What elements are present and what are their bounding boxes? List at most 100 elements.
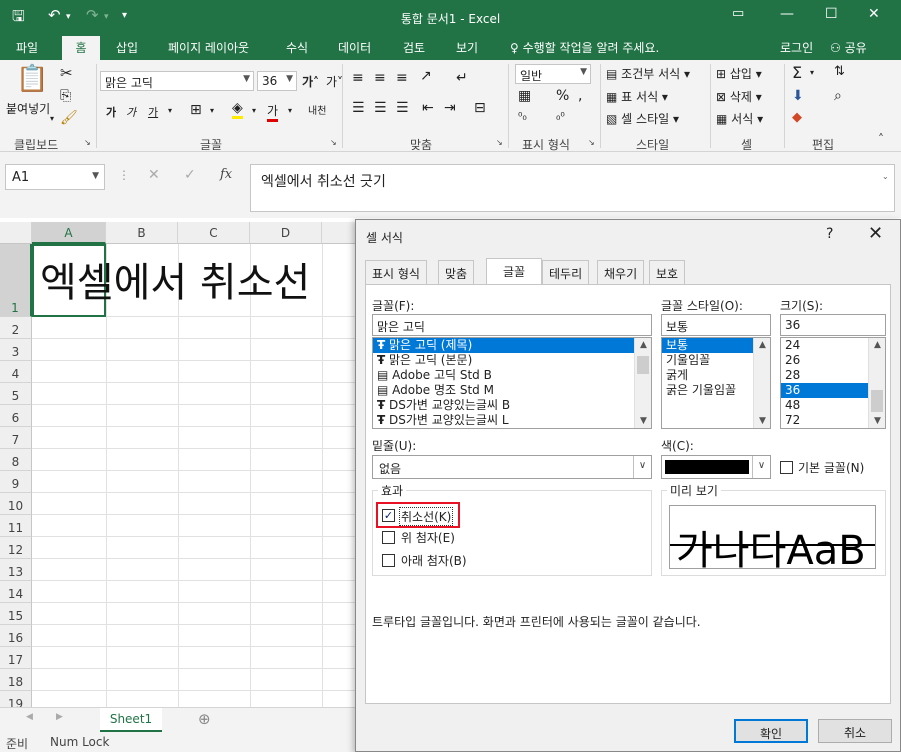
superscript-checkbox[interactable] (382, 531, 395, 544)
column-header-b[interactable]: B (106, 222, 178, 244)
font-name-input[interactable]: 맑은 고딕 (372, 314, 652, 336)
row-header[interactable]: 3 (0, 339, 32, 361)
share-button[interactable]: ⚇ 공유 (830, 37, 886, 57)
close-icon[interactable]: ✕ (868, 223, 883, 244)
grow-font-icon[interactable]: 가˄ (302, 73, 319, 90)
cancel-entry-icon[interactable]: ✕ (148, 167, 160, 183)
fill-color-icon[interactable]: ◈ (232, 100, 243, 119)
font-list[interactable]: Ŧ 맑은 고딕 (제목) Ŧ 맑은 고딕 (본문) ▤ Adobe 고딕 Std… (372, 337, 652, 429)
alignment-launcher-icon[interactable]: ↘ (496, 138, 503, 147)
font-list-item[interactable]: Ŧ 맑은 고딕 (본문) (373, 353, 651, 368)
scroll-down-icon[interactable]: ▼ (869, 416, 885, 426)
ribbon-display-icon[interactable]: ▭ (732, 6, 744, 21)
tab-number[interactable]: 표시 형식 (365, 260, 427, 284)
tab-home[interactable]: 홈 (62, 36, 100, 60)
font-style-input[interactable]: 보통 (661, 314, 771, 336)
row-header[interactable]: 6 (0, 405, 32, 427)
collapse-ribbon-icon[interactable]: ˄ (878, 132, 884, 146)
border-dropdown-icon[interactable]: ▾ (210, 106, 214, 115)
maximize-icon[interactable]: ☐ (825, 6, 838, 22)
align-center-icon[interactable]: ☰ (374, 100, 387, 116)
formula-input[interactable]: 엑셀에서 취소선 긋기 (250, 164, 895, 212)
font-list-item[interactable]: Ŧ DS가변 교양있는글씨 B (373, 398, 651, 413)
close-icon[interactable]: ✕ (868, 6, 880, 22)
row-header[interactable]: 11 (0, 515, 32, 537)
column-header-c[interactable]: C (178, 222, 250, 244)
increase-decimal-icon[interactable]: ⁰₀ (518, 110, 527, 123)
clipboard-launcher-icon[interactable]: ↘ (84, 138, 91, 147)
number-format-combo[interactable]: 일반 ▼ (515, 64, 591, 84)
column-header-d[interactable]: D (250, 222, 322, 244)
underline-select[interactable]: 없음 ∨ (372, 455, 652, 479)
font-list-item[interactable]: ▤ Adobe 고딕 Std B (373, 368, 651, 383)
cut-icon[interactable]: ✂ (60, 64, 73, 82)
format-painter-icon[interactable]: 🖌 (60, 110, 78, 126)
clear-icon[interactable]: ◆ (792, 110, 802, 125)
confirm-entry-icon[interactable]: ✓ (184, 167, 196, 183)
font-size-item[interactable]: 36 (781, 383, 868, 398)
align-left-icon[interactable]: ☰ (352, 100, 365, 116)
subscript-checkbox[interactable] (382, 554, 395, 567)
row-header[interactable]: 7 (0, 427, 32, 449)
number-launcher-icon[interactable]: ↘ (588, 138, 595, 147)
increase-indent-icon[interactable]: ⇥ (444, 100, 456, 116)
underline-icon[interactable]: 가 (148, 104, 158, 120)
row-header[interactable]: 13 (0, 559, 32, 581)
font-color-icon[interactable]: 가 (267, 102, 279, 122)
italic-icon[interactable]: 가 (126, 104, 136, 120)
accounting-format-icon[interactable]: ▦ (518, 88, 531, 104)
autosum-dropdown-icon[interactable]: ▾ (810, 68, 814, 77)
select-all-corner[interactable] (0, 222, 32, 244)
tab-border[interactable]: 테두리 (542, 260, 590, 284)
prev-sheet-icon[interactable]: ◀ (26, 712, 33, 722)
login-link[interactable]: 로그인 (780, 39, 813, 56)
font-size-input[interactable]: 36 (780, 314, 886, 336)
font-size-combo[interactable]: 36 ▼ (257, 71, 297, 91)
font-list-scrollbar[interactable]: ▲ ▼ (634, 338, 651, 428)
row-header[interactable]: 17 (0, 647, 32, 669)
column-header-a[interactable]: A (32, 222, 106, 244)
font-size-list[interactable]: 24 26 28 36 48 72 ▲ ▼ (780, 337, 886, 429)
align-top-icon[interactable]: ≡ (352, 70, 364, 86)
row-header[interactable]: 10 (0, 493, 32, 515)
row-header[interactable]: 14 (0, 581, 32, 603)
underline-dropdown-icon[interactable]: ▾ (168, 106, 172, 115)
row-header[interactable]: 4 (0, 361, 32, 383)
row-header[interactable]: 2 (0, 317, 32, 339)
insert-function-icon[interactable]: fx (220, 167, 232, 182)
font-color-dropdown-icon[interactable]: ▾ (288, 106, 292, 115)
scroll-up-icon[interactable]: ▲ (635, 340, 651, 350)
row-header[interactable]: 15 (0, 603, 32, 625)
tab-fill[interactable]: 채우기 (597, 260, 645, 284)
normal-font-checkbox[interactable] (780, 461, 793, 474)
tab-review[interactable]: 검토 (403, 39, 425, 56)
tab-page-layout[interactable]: 페이지 레이아웃 (168, 39, 249, 56)
help-button[interactable]: ? (826, 226, 833, 242)
paste-button-label[interactable]: 붙여넣기 (6, 100, 50, 117)
font-name-combo[interactable]: 맑은 고딕 ▼ (100, 71, 254, 91)
wrap-text-icon[interactable]: ↵ (456, 70, 468, 86)
tab-protection[interactable]: 보호 (649, 260, 686, 284)
paste-icon[interactable]: 📋 (16, 64, 48, 94)
cancel-button[interactable]: 취소 (818, 719, 892, 743)
merge-center-icon[interactable]: ⊟ (474, 100, 486, 116)
row-header[interactable]: 18 (0, 669, 32, 691)
format-cells-button[interactable]: ▦ 서식 ▾ (716, 110, 763, 127)
name-box[interactable]: A1 ▼ (5, 164, 105, 190)
font-launcher-icon[interactable]: ↘ (330, 138, 337, 147)
fill-color-dropdown-icon[interactable]: ▾ (252, 106, 256, 115)
bold-icon[interactable]: 가 (106, 104, 116, 120)
align-middle-icon[interactable]: ≡ (374, 70, 386, 86)
border-icon[interactable]: ⊞ (190, 102, 202, 118)
tab-file[interactable]: 파일 (16, 39, 38, 56)
insert-cells-button[interactable]: ⊞ 삽입 ▾ (716, 65, 762, 82)
font-color-select[interactable]: ∨ (661, 455, 771, 479)
cell-style-button[interactable]: ▧ 셀 스타일 ▾ (606, 110, 679, 127)
shrink-font-icon[interactable]: 가˅ (326, 73, 343, 90)
size-list-scrollbar[interactable]: ▲ ▼ (868, 338, 885, 428)
scroll-up-icon[interactable]: ▲ (869, 340, 885, 350)
table-format-button[interactable]: ▦ 표 서식 ▾ (606, 88, 668, 105)
strikethrough-checkbox[interactable]: ✓ (382, 509, 395, 522)
row-header[interactable]: 12 (0, 537, 32, 559)
next-sheet-icon[interactable]: ▶ (56, 712, 63, 722)
